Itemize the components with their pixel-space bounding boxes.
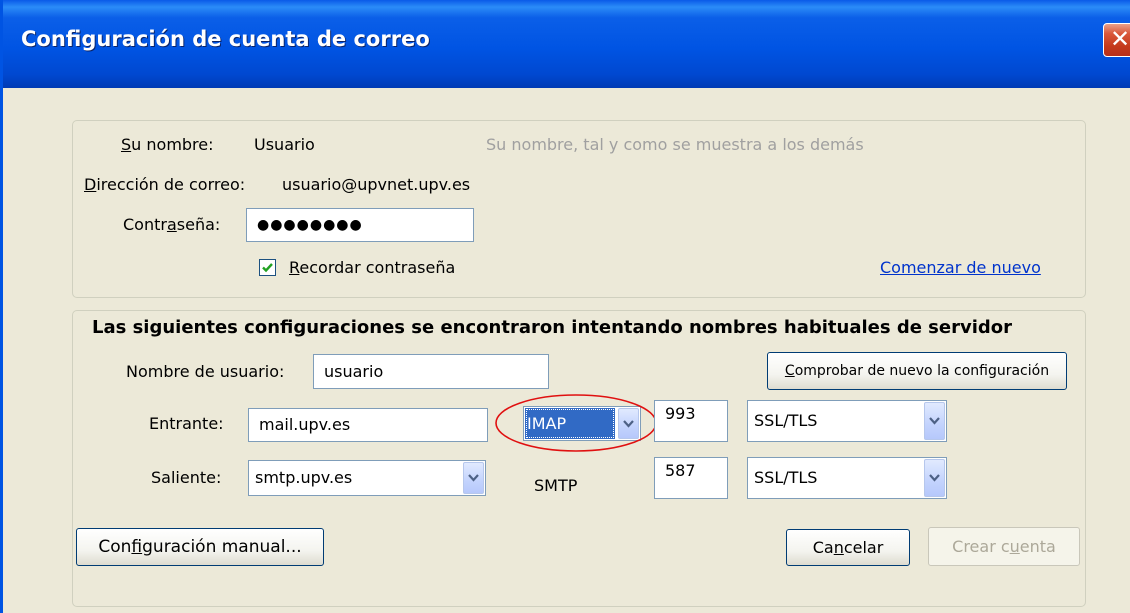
remember-password-label[interactable]: Recordar contraseña <box>289 258 455 277</box>
outgoing-host-select[interactable]: smtp.upv.es <box>248 460 486 496</box>
incoming-port-field[interactable]: 993 <box>654 400 728 442</box>
password-label-pre: Contr <box>123 215 167 234</box>
outgoing-host-dropdown-button[interactable] <box>463 462 484 494</box>
email-value[interactable]: usuario@upvnet.upv.es <box>282 175 470 194</box>
outgoing-label: Saliente: <box>151 468 222 487</box>
cancel-rest: celar <box>843 538 884 557</box>
password-label-accel: a <box>166 215 177 234</box>
name-label-accel: S <box>121 135 132 154</box>
email-label-rest: irección de correo: <box>96 175 246 194</box>
highlight-ellipse <box>495 394 657 452</box>
username-label: Nombre de usuario: <box>126 362 285 381</box>
name-value[interactable]: Usuario <box>254 135 315 154</box>
remember-accel: R <box>289 258 300 277</box>
name-label: Su nombre: <box>121 135 214 154</box>
manual-rest: iguración manual... <box>142 537 302 557</box>
outgoing-security-select[interactable]: SSL/TLS <box>747 457 947 499</box>
recheck-rest: omprobar de nuevo la configuración <box>794 363 1050 379</box>
incoming-security-dropdown-button[interactable] <box>924 402 945 440</box>
incoming-label: Entrante: <box>149 414 224 433</box>
window-title: Configuración de cuenta de correo <box>21 27 430 51</box>
start-over-link[interactable]: Comenzar de nuevo <box>880 258 1041 277</box>
outgoing-security-dropdown-button[interactable] <box>924 459 945 497</box>
incoming-security-select[interactable]: SSL/TLS <box>747 400 947 442</box>
account-setup-window: Configuración de cuenta de correo ✕ Su n… <box>0 0 1130 613</box>
outgoing-security-value: SSL/TLS <box>754 468 818 487</box>
outgoing-port-field[interactable]: 587 <box>654 457 728 499</box>
chevron-down-icon <box>929 417 940 425</box>
create-accel: u <box>1009 537 1020 556</box>
outgoing-port-value: 587 <box>665 461 696 480</box>
create-account-button[interactable]: Crear cuenta <box>928 527 1080 566</box>
password-label: Contraseña: <box>123 215 220 234</box>
checkmark-icon <box>262 263 273 273</box>
outgoing-protocol-label: SMTP <box>534 476 578 495</box>
recheck-config-button[interactable]: Comprobar de nuevo la configuración <box>767 352 1067 390</box>
cancel-pre: Ca <box>812 538 834 557</box>
password-label-rest: seña: <box>176 215 221 234</box>
chevron-down-icon <box>468 474 479 482</box>
title-bar[interactable]: Configuración de cuenta de correo ✕ <box>3 0 1130 88</box>
password-field[interactable]: ●●●●●●●● <box>246 208 474 242</box>
close-icon: ✕ <box>1109 25 1130 53</box>
manual-pre: Con <box>98 537 132 557</box>
close-button[interactable]: ✕ <box>1103 23 1130 57</box>
manual-config-button[interactable]: Configuración manual... <box>76 528 324 566</box>
dialog-body: Su nombre: Usuario Su nombre, tal y como… <box>6 88 1130 613</box>
incoming-security-value: SSL/TLS <box>754 411 818 430</box>
username-field[interactable]: usuario <box>313 354 549 389</box>
remember-rest: ecordar contraseña <box>299 258 456 277</box>
manual-accel: f <box>131 537 143 557</box>
remember-password-checkbox[interactable] <box>259 259 276 276</box>
username-value: usuario <box>324 362 384 381</box>
incoming-port-value: 993 <box>665 404 696 423</box>
password-value: ●●●●●●●● <box>257 217 363 233</box>
name-label-rest: u nombre: <box>131 135 214 154</box>
incoming-host-value: mail.upv.es <box>259 415 351 434</box>
name-hint: Su nombre, tal y como se muestra a los d… <box>486 135 864 154</box>
chevron-down-icon <box>929 474 940 482</box>
cancel-button[interactable]: Cancelar <box>786 529 910 566</box>
email-label-accel: D <box>84 175 97 194</box>
create-pre: Crear c <box>952 537 1010 556</box>
create-rest: enta <box>1019 537 1056 556</box>
server-settings-heading: Las siguientes configuraciones se encont… <box>92 317 1013 338</box>
email-label: Dirección de correo: <box>84 175 245 194</box>
recheck-accel: C <box>784 363 795 379</box>
cancel-accel: n <box>833 538 844 557</box>
incoming-host-field[interactable]: mail.upv.es <box>248 408 488 442</box>
outgoing-host-value: smtp.upv.es <box>255 468 353 487</box>
